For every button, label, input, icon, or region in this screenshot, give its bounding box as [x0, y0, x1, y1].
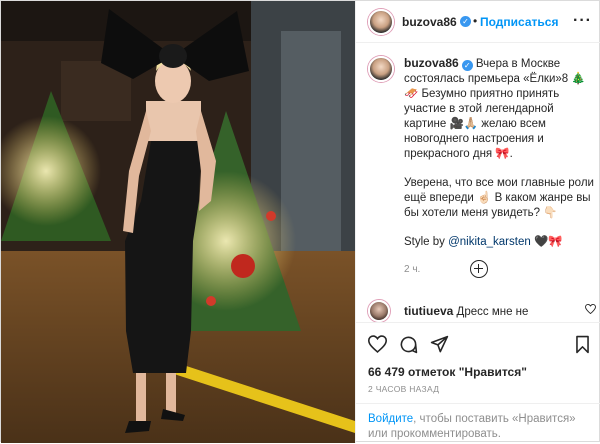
author-username[interactable]: buzova86: [402, 15, 457, 29]
caption-paragraph-2: Уверена, что все мои главные роли ещё вп…: [404, 177, 594, 219]
style-prefix: Style by: [404, 236, 449, 248]
share-icon[interactable]: [430, 335, 449, 354]
login-link[interactable]: Войдите: [368, 413, 413, 425]
verified-badge-icon: ✓: [461, 60, 473, 71]
caption-timestamp[interactable]: 2 ч.: [404, 262, 598, 277]
post-photo[interactable]: [1, 1, 355, 443]
likes-count[interactable]: 66 479 отметок "Нравится": [368, 365, 527, 379]
post-time-ago[interactable]: 2 ЧАСОВ НАЗАД: [368, 384, 439, 394]
comment-text: tiutiueva Дресс мне не: [404, 304, 594, 318]
caption-paragraph-1: Вчера в Москве состоялась премьера «Ёлки…: [404, 58, 586, 160]
login-prompt: Войдите, чтобы поставить «Нравится» или …: [356, 403, 600, 444]
caption-username[interactable]: buzova86: [404, 56, 459, 70]
caption-body: buzova86 ✓ Вчера в Москве состоялась прем…: [404, 56, 598, 277]
verified-badge-icon: ✓: [460, 16, 471, 27]
action-icons-row: [368, 335, 590, 355]
commenter-username[interactable]: tiutiueva: [404, 304, 453, 318]
post-actions: 66 479 отметок "Нравится" 2 ЧАСОВ НАЗАД …: [356, 322, 600, 443]
comment-body: Дресс мне не: [456, 306, 529, 318]
post-header: buzova86 ✓ • Подписаться ···: [356, 1, 600, 43]
plus-circle-icon[interactable]: [470, 260, 488, 278]
stylist-mention-link[interactable]: @nikita_karsten: [448, 236, 531, 248]
commenter-avatar[interactable]: [368, 300, 390, 322]
caption-author-avatar[interactable]: [368, 56, 394, 82]
post-caption: buzova86 ✓ Вчера в Москве состоялась прем…: [368, 56, 598, 277]
comment-icon[interactable]: [399, 335, 418, 354]
photo-illustration: [1, 1, 355, 443]
save-bookmark-icon[interactable]: [575, 335, 590, 354]
caption-style-credit: Style by @nikita_karsten 🖤🎀: [404, 235, 598, 250]
follow-button[interactable]: Подписаться: [480, 15, 558, 29]
more-options-icon[interactable]: ···: [573, 12, 592, 30]
style-suffix: 🖤🎀: [530, 236, 563, 248]
separator-dot: •: [473, 14, 478, 28]
post-side-panel: buzova86 ✓ • Подписаться ··· buzova86 ✓ В…: [355, 1, 600, 443]
instagram-post: buzova86 ✓ • Подписаться ··· buzova86 ✓ В…: [0, 0, 600, 443]
comments-area: buzova86 ✓ Вчера в Москве состоялась прем…: [356, 44, 600, 322]
comment-like-icon[interactable]: [585, 304, 596, 314]
like-icon[interactable]: [368, 335, 387, 353]
author-avatar[interactable]: [368, 9, 394, 35]
